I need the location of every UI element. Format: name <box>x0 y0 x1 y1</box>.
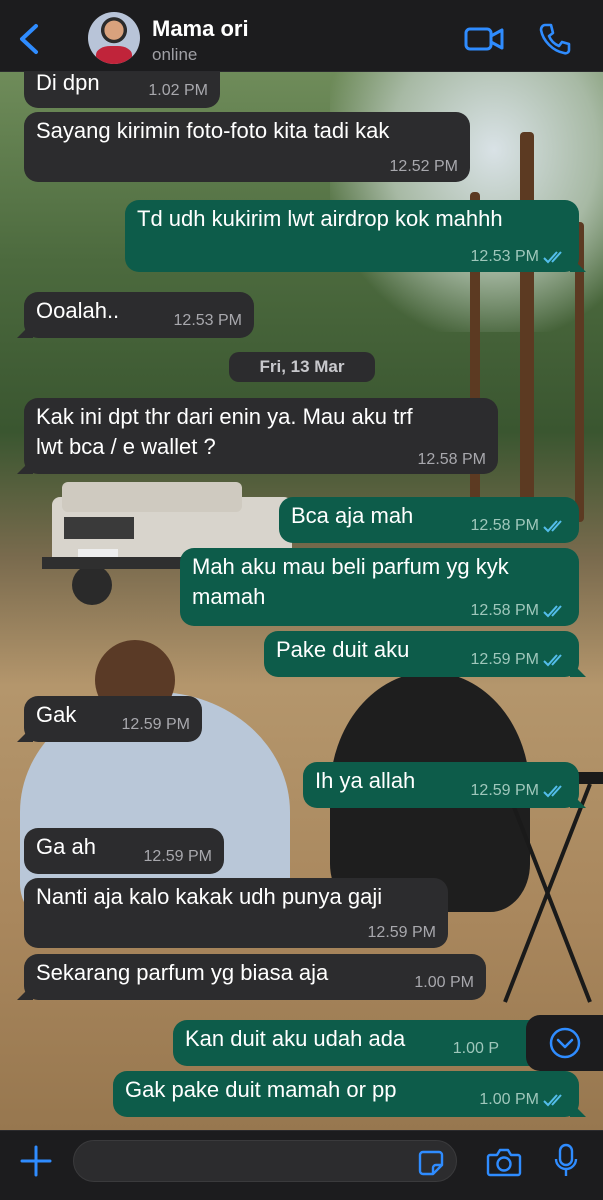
message-time: 12.58 PM <box>417 451 486 468</box>
message-time: 1.00 P <box>452 1040 499 1057</box>
video-camera-icon[interactable] <box>464 24 504 54</box>
message-time: 12.58 PM <box>470 602 539 619</box>
date-separator: Fri, 13 Mar <box>229 352 375 382</box>
message-incoming[interactable]: Ooalah.. 12.53 PM <box>24 292 254 338</box>
wallpaper-tree-trunk <box>520 132 534 512</box>
message-input[interactable] <box>73 1140 457 1182</box>
message-incoming[interactable]: Sekarang parfum yg biasa aja 1.00 PM <box>24 954 486 1000</box>
message-time: 12.59 PM <box>143 848 212 865</box>
camera-icon[interactable] <box>486 1147 522 1177</box>
scroll-to-bottom-button[interactable] <box>526 1015 603 1071</box>
contact-status: online <box>152 45 198 64</box>
message-text: Nanti aja kalo kakak udh punya gaji <box>36 884 383 909</box>
message-incoming[interactable]: Di dpn 1.02 PM <box>24 68 220 108</box>
double-check-icon <box>543 520 562 533</box>
message-outgoing[interactable]: Td udh kukirim lwt airdrop kok mahhh 12.… <box>125 200 579 272</box>
message-outgoing[interactable]: Gak pake duit mamah or pp 1.00 PM <box>113 1071 579 1117</box>
message-time: 1.00 PM <box>414 974 474 991</box>
message-time: 12.52 PM <box>389 158 458 175</box>
chat-header: Mama ori online <box>0 0 603 72</box>
double-check-icon <box>543 785 562 798</box>
message-outgoing[interactable]: Kan duit aku udah ada 1.00 P <box>173 1020 579 1066</box>
message-text: Sekarang parfum yg biasa aja <box>36 960 329 985</box>
message-incoming[interactable]: Kak ini dpt thr dari enin ya. Mau aku tr… <box>24 398 498 474</box>
message-time: 12.58 PM <box>470 517 539 534</box>
double-check-icon <box>543 605 562 618</box>
double-check-icon <box>543 251 562 264</box>
message-composer <box>0 1130 603 1200</box>
message-time: 1.02 PM <box>148 82 208 99</box>
message-time: 12.59 PM <box>367 924 436 941</box>
message-incoming[interactable]: Ga ah 12.59 PM <box>24 828 224 874</box>
plus-icon[interactable] <box>20 1145 52 1177</box>
message-time: 12.53 PM <box>173 312 242 329</box>
message-incoming[interactable]: Nanti aja kalo kakak udh punya gaji 12.5… <box>24 878 448 948</box>
message-time: 1.00 PM <box>479 1091 539 1108</box>
message-incoming[interactable]: Gak 12.59 PM <box>24 696 202 742</box>
message-time: 12.59 PM <box>470 651 539 668</box>
message-incoming[interactable]: Sayang kirimin foto-foto kita tadi kak 1… <box>24 112 470 182</box>
message-text-line: Mah aku mau beli parfum yg kyk <box>192 554 509 579</box>
phone-icon[interactable] <box>538 22 572 56</box>
message-text: Sayang kirimin foto-foto kita tadi kak <box>36 118 390 143</box>
chevron-down-circle-icon <box>549 1027 580 1059</box>
double-check-icon <box>543 654 562 667</box>
message-text: Td udh kukirim lwt airdrop kok mahhh <box>137 206 503 231</box>
message-text-line: Kak ini dpt thr dari enin ya. Mau aku tr… <box>36 404 413 429</box>
microphone-icon[interactable] <box>554 1143 578 1179</box>
message-outgoing[interactable]: Pake duit aku 12.59 PM <box>264 631 579 677</box>
wallpaper-camp-table <box>495 772 603 1003</box>
chevron-left-icon[interactable] <box>14 22 44 56</box>
contact-name[interactable]: Mama ori <box>152 16 249 42</box>
message-time: 12.59 PM <box>470 782 539 799</box>
avatar[interactable] <box>88 12 140 64</box>
message-text: Kan duit aku udah ada <box>185 1026 406 1051</box>
message-outgoing[interactable]: Ih ya allah 12.59 PM <box>303 762 579 808</box>
double-check-icon <box>543 1094 562 1107</box>
message-time: 12.53 PM <box>470 248 539 265</box>
sticker-icon[interactable] <box>418 1150 444 1176</box>
message-outgoing[interactable]: Mah aku mau beli parfum yg kyk mamah 12.… <box>180 548 579 626</box>
message-time: 12.59 PM <box>121 716 190 733</box>
message-outgoing[interactable]: Bca aja mah 12.58 PM <box>279 497 579 543</box>
